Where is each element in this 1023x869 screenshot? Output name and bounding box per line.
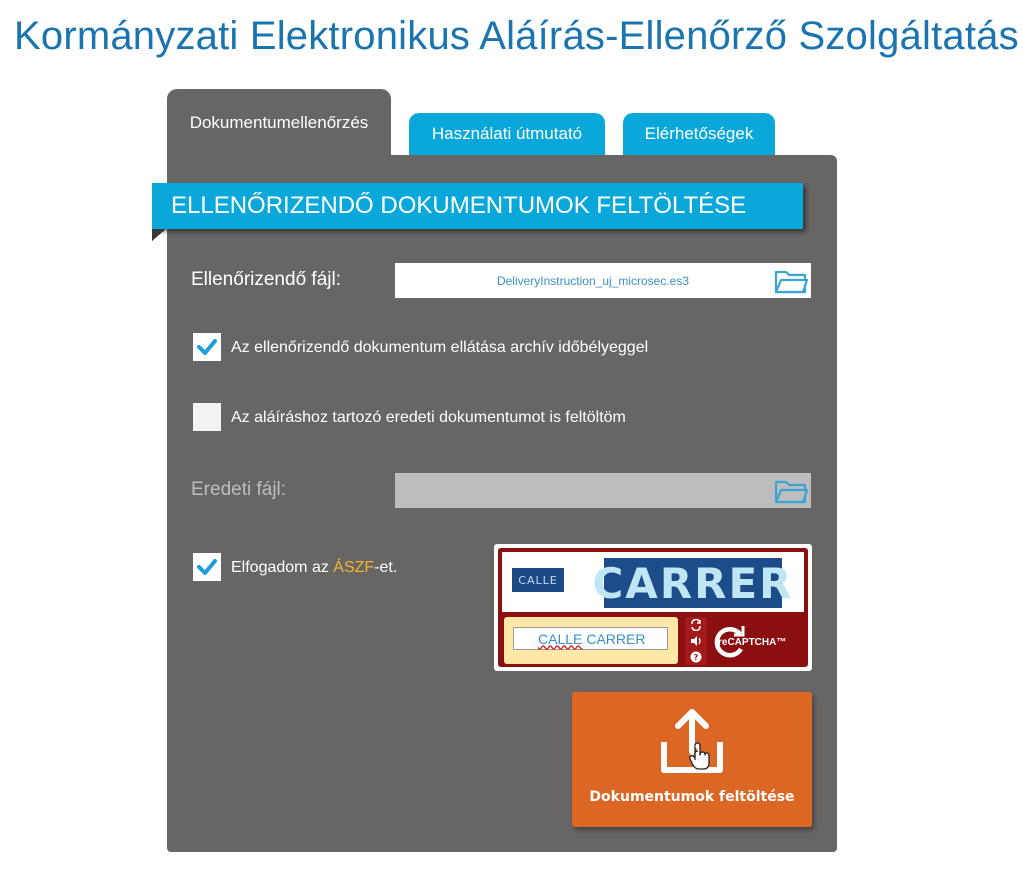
tab-contacts[interactable]: Elérhetőségek (623, 113, 775, 155)
recaptcha-logo: reCAPTCHA™ (712, 624, 804, 660)
page-title: Kormányzati Elektronikus Aláírás-Ellenőr… (14, 14, 1019, 58)
terms-checkbox[interactable] (193, 553, 221, 581)
recaptcha-widget: CALLE CARRER CALLE CARRER ? reCAPTCHA™ (494, 544, 812, 671)
captcha-answer-area: CALLE CARRER (504, 617, 678, 664)
section-title: ELLENŐRIZENDŐ DOKUMENTUMOK FELTÖLTÉSE (152, 183, 803, 229)
archive-checkbox-label: Az ellenőrizendő dokumentum ellátása arc… (231, 339, 649, 356)
file-input[interactable]: DeliveryInstruction_uj_microsec.es3 (395, 263, 811, 298)
terms-prefix: Elfogadom az (231, 559, 334, 576)
section-header-fold (152, 229, 166, 241)
original-document-checkbox-label: Az aláíráshoz tartozó eredeti dokumentum… (231, 409, 626, 426)
checkmark-icon (197, 559, 217, 575)
tab-document-check[interactable]: Dokumentumellenőrzés (167, 89, 391, 159)
captcha-controls: ? (685, 617, 707, 665)
recaptcha-frame: CALLE CARRER CALLE CARRER ? reCAPTCHA™ (498, 548, 808, 667)
upload-icon (661, 709, 723, 773)
checkmark-icon (197, 339, 217, 355)
recaptcha-logo-text: reCAPTCHA™ (718, 636, 787, 648)
folder-icon[interactable] (771, 263, 811, 298)
tab-user-guide[interactable]: Használati útmutató (409, 113, 605, 155)
original-file-label: Eredeti fájl: (191, 479, 287, 500)
terms-link[interactable]: ÁSZF (333, 559, 374, 576)
upload-documents-button[interactable]: Dokumentumok feltöltése (572, 692, 812, 827)
captcha-input[interactable]: CALLE CARRER (513, 627, 668, 650)
captcha-big-word: CARRER (592, 558, 794, 608)
original-file-input (395, 473, 811, 508)
original-document-checkbox[interactable] (193, 403, 221, 431)
terms-suffix: -et. (374, 559, 398, 576)
upload-button-label: Dokumentumok feltöltése (589, 789, 795, 805)
terms-checkbox-label: Elfogadom az ÁSZF-et. (231, 559, 397, 577)
captcha-image: CALLE CARRER (502, 552, 804, 612)
folder-icon (771, 473, 811, 508)
audio-icon[interactable] (685, 633, 707, 649)
refresh-icon[interactable] (685, 617, 707, 633)
captcha-answer-second: CARRER (586, 630, 646, 647)
archive-checkbox[interactable] (193, 333, 221, 361)
file-label: Ellenőrizendő fájl: (191, 269, 341, 290)
captcha-small-word: CALLE (512, 568, 564, 592)
captcha-answer-first: CALLE (538, 630, 583, 647)
help-icon[interactable]: ? (685, 649, 707, 665)
svg-text:?: ? (694, 653, 699, 662)
file-name: DeliveryInstruction_uj_microsec.es3 (496, 273, 690, 288)
